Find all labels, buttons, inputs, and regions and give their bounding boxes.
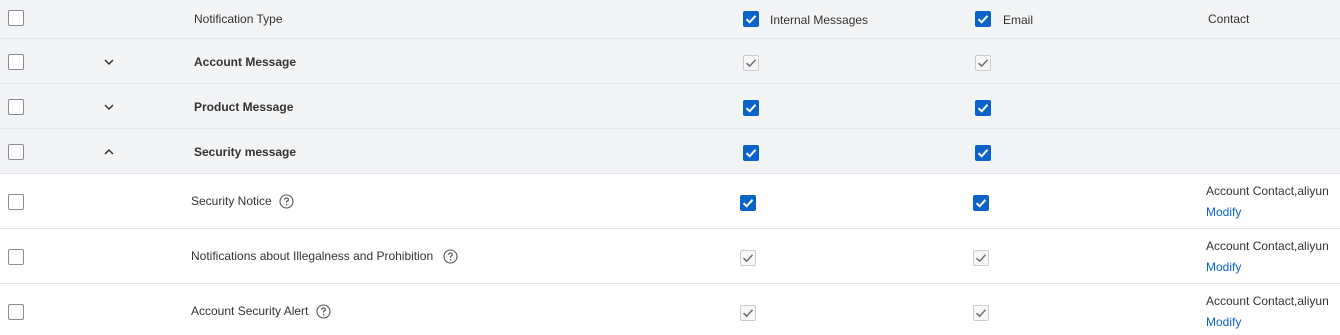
help-icon[interactable] — [443, 249, 458, 264]
group-label: Product Message — [194, 100, 294, 114]
email-checkbox — [975, 55, 991, 71]
modify-link[interactable]: Modify — [1206, 204, 1241, 220]
row-checkbox[interactable] — [8, 194, 24, 210]
check-icon — [977, 149, 989, 158]
email-checkbox[interactable] — [973, 195, 989, 211]
check-icon — [977, 104, 989, 113]
row-checkbox[interactable] — [8, 54, 24, 70]
contact-text: Account Contact,aliyun — [1206, 184, 1329, 198]
modify-link[interactable]: Modify — [1206, 259, 1241, 275]
help-icon[interactable] — [316, 304, 331, 319]
help-icon[interactable] — [279, 194, 294, 209]
internal-messages-checkbox — [740, 250, 756, 266]
check-icon — [745, 15, 757, 24]
group-row-account-message: Account Message — [0, 39, 1340, 84]
check-icon — [977, 59, 989, 68]
header-email: Email — [1003, 13, 1034, 27]
table-header: Notification Type Internal Messages Emai… — [0, 0, 1340, 39]
item-label: Notifications about Illegalness and Proh… — [191, 249, 434, 263]
internal-messages-checkbox[interactable] — [743, 145, 759, 161]
table-row: Account Security Alert Account Contact,a… — [0, 284, 1340, 335]
check-icon — [742, 199, 754, 208]
email-checkbox[interactable] — [975, 100, 991, 116]
check-icon — [745, 149, 757, 158]
group-label: Account Message — [194, 55, 297, 69]
group-row-product-message: Product Message — [0, 84, 1340, 129]
check-icon — [745, 59, 757, 68]
check-icon — [975, 199, 987, 208]
internal-messages-checkbox — [743, 55, 759, 71]
row-checkbox[interactable] — [8, 249, 24, 265]
email-checkbox — [973, 250, 989, 266]
group-row-security-message: Security message — [0, 129, 1340, 174]
chevron-up-icon[interactable] — [103, 146, 115, 158]
group-label: Security message — [194, 145, 297, 159]
item-label: Account Security Alert — [191, 304, 309, 318]
table-row: Notifications about Illegalness and Proh… — [0, 229, 1340, 284]
header-internal-messages: Internal Messages — [770, 13, 869, 27]
email-all-checkbox[interactable] — [975, 11, 991, 27]
row-checkbox[interactable] — [8, 144, 24, 160]
chevron-down-icon[interactable] — [103, 101, 115, 113]
contact-text: Account Contact,aliyun — [1206, 294, 1329, 308]
modify-link[interactable]: Modify — [1206, 314, 1241, 330]
table-row: Security Notice Account Contact,aliyun M… — [0, 174, 1340, 229]
contact-text: Account Contact,aliyun — [1206, 239, 1329, 253]
internal-messages-checkbox[interactable] — [740, 195, 756, 211]
check-icon — [975, 254, 987, 263]
header-contact: Contact — [1208, 12, 1250, 26]
check-icon — [975, 309, 987, 318]
item-label: Security Notice — [191, 194, 272, 208]
internal-messages-checkbox[interactable] — [743, 100, 759, 116]
select-all-checkbox[interactable] — [8, 10, 24, 26]
check-icon — [742, 254, 754, 263]
check-icon — [745, 104, 757, 113]
check-icon — [977, 15, 989, 24]
chevron-down-icon[interactable] — [103, 56, 115, 68]
row-checkbox[interactable] — [8, 304, 24, 320]
internal-messages-checkbox — [740, 305, 756, 321]
email-checkbox — [973, 305, 989, 321]
check-icon — [742, 309, 754, 318]
internal-messages-all-checkbox[interactable] — [743, 11, 759, 27]
header-notification-type: Notification Type — [194, 12, 283, 26]
row-checkbox[interactable] — [8, 99, 24, 115]
email-checkbox[interactable] — [975, 145, 991, 161]
